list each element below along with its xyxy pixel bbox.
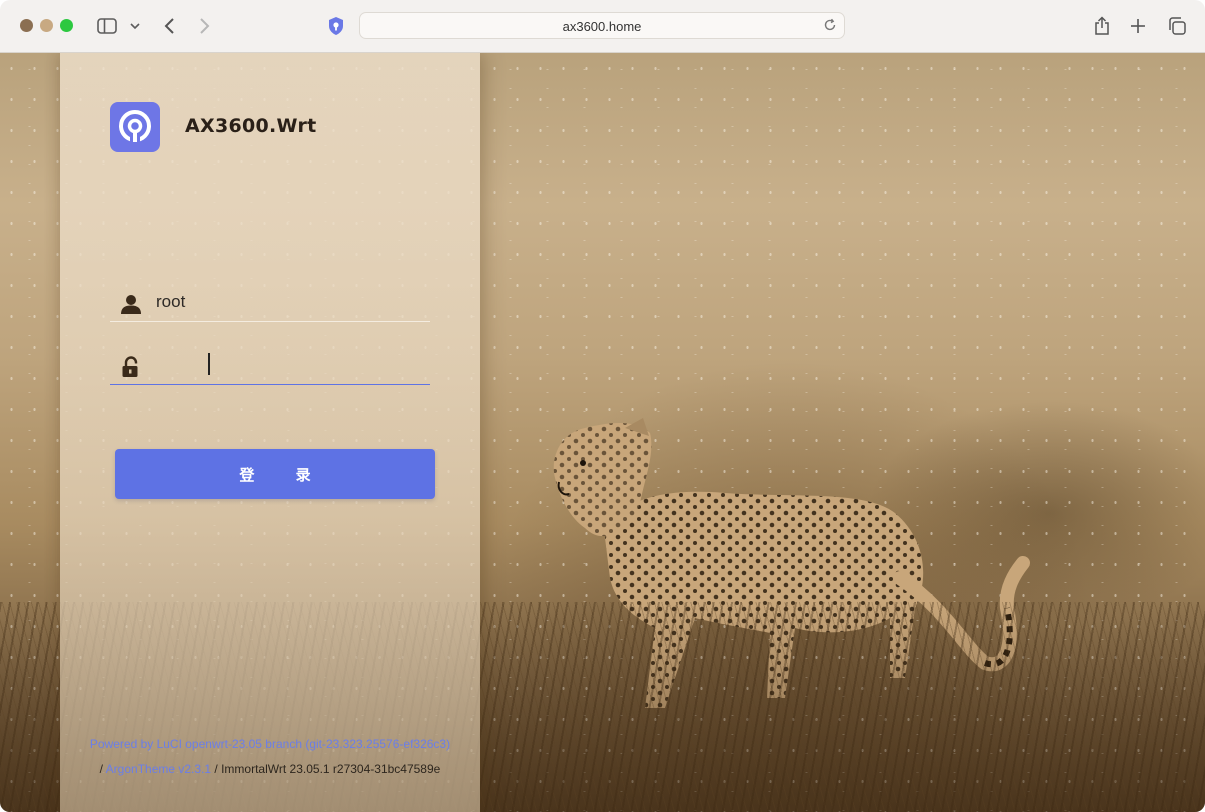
page-viewport: AX3600.Wrt 登 录 Powered by LuC xyxy=(0,53,1205,812)
login-button[interactable]: 登 录 xyxy=(115,449,435,499)
url-text: ax3600.home xyxy=(562,19,642,34)
zoom-window-button[interactable] xyxy=(60,19,73,32)
footer-line-2: / ArgonTheme v2.3.1 / ImmortalWrt 23.05.… xyxy=(60,762,480,776)
forward-arrow-icon[interactable] xyxy=(194,14,214,38)
new-tab-icon[interactable] xyxy=(1128,14,1148,38)
openwrt-logo-icon xyxy=(110,102,160,152)
username-field xyxy=(110,285,430,322)
brand-title: AX3600.Wrt xyxy=(185,115,317,137)
firmware-version: / ImmortalWrt 23.05.1 r27304-31bc47589e xyxy=(214,762,441,776)
browser-toolbar: ax3600.home xyxy=(0,0,1205,53)
login-panel: AX3600.Wrt 登 录 Powered by LuC xyxy=(60,53,480,812)
back-arrow-icon[interactable] xyxy=(160,14,180,38)
username-input[interactable] xyxy=(156,287,416,317)
password-field xyxy=(110,348,430,385)
text-caret xyxy=(208,353,210,375)
password-shield-icon[interactable] xyxy=(326,14,346,38)
user-icon xyxy=(121,295,141,314)
tabs-overview-icon[interactable] xyxy=(1166,14,1188,38)
address-bar[interactable]: ax3600.home xyxy=(359,12,845,39)
luci-powered-link[interactable]: Powered by LuCI openwrt-23.05 branch (gi… xyxy=(90,737,450,751)
reload-icon[interactable] xyxy=(823,18,837,32)
sidebar-icon[interactable] xyxy=(96,14,118,38)
lock-icon xyxy=(122,356,138,377)
chevron-down-icon[interactable] xyxy=(128,14,142,38)
footer-separator: / xyxy=(99,762,103,776)
minimize-window-button[interactable] xyxy=(40,19,53,32)
password-input[interactable] xyxy=(156,350,416,380)
browser-window: ax3600.home AX3600.Wrt root 登 录 Powered … xyxy=(0,0,1205,812)
close-window-button[interactable] xyxy=(20,19,33,32)
footer-line-1: Powered by LuCI openwrt-23.05 branch (gi… xyxy=(60,737,480,751)
share-icon[interactable] xyxy=(1092,14,1112,38)
argon-theme-link[interactable]: ArgonTheme v2.3.1 xyxy=(106,762,211,776)
